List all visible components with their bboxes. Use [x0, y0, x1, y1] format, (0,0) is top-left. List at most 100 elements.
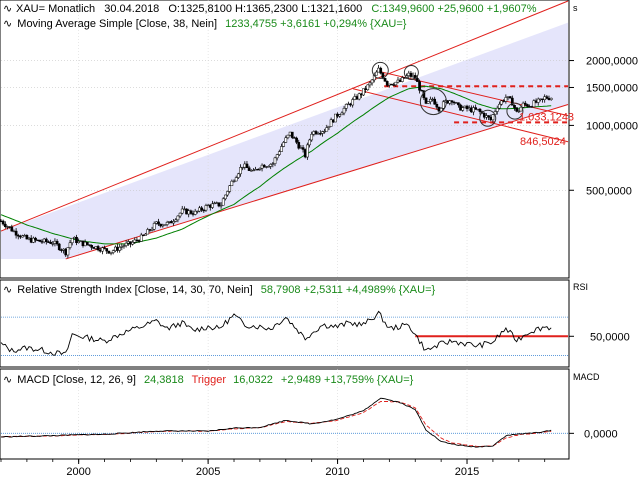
candle-body: [226, 191, 229, 196]
candle-body: [254, 168, 257, 171]
candle-body: [338, 114, 342, 117]
candle-body: [431, 98, 434, 101]
candle-body: [202, 209, 206, 212]
candle-body: [269, 164, 273, 167]
candle-body: [409, 72, 413, 77]
candle-body: [437, 106, 441, 112]
candle-body: [385, 81, 389, 86]
candle-body: [19, 235, 22, 238]
candle-body: [107, 250, 111, 254]
macd-axis-title: MACD: [573, 372, 600, 382]
rsi-tick-label: 50,0000: [590, 331, 630, 343]
candle-body: [396, 79, 400, 83]
candle-body: [195, 210, 199, 213]
candle-body: [325, 127, 329, 132]
candle-body: [506, 96, 510, 98]
candle-body: [77, 241, 81, 244]
candle-body: [536, 98, 540, 103]
time-tick-label: 2010: [325, 466, 349, 478]
candle-body: [310, 134, 314, 141]
candle-body: [23, 235, 27, 237]
candle-body: [362, 88, 365, 96]
candle-body: [60, 249, 63, 251]
candle-body: [92, 247, 96, 249]
candle-body: [297, 142, 301, 149]
candle-body: [165, 222, 169, 225]
candle-body: [131, 242, 134, 245]
candle-body: [344, 104, 348, 109]
candle-body: [126, 241, 130, 244]
candle-body: [457, 102, 460, 106]
candle-body: [152, 223, 156, 230]
candle-body: [502, 100, 506, 102]
candle-body: [347, 103, 350, 106]
macd-value: 24,3818: [144, 374, 184, 386]
candle-body: [340, 112, 344, 116]
candle-body: [161, 224, 165, 227]
candle-body: [109, 252, 113, 254]
candle-body: [185, 208, 188, 215]
candle-body: [172, 221, 175, 224]
candle-body: [489, 116, 493, 121]
candle-body: [150, 228, 154, 231]
candle-body: [139, 234, 143, 242]
candle-body: [25, 235, 29, 240]
candle-body: [42, 238, 46, 243]
macd-change: +2,9489 +13,759% {XAU=}: [281, 374, 414, 386]
candle-body: [549, 97, 553, 100]
candle-body: [79, 240, 83, 243]
candle-body: [271, 163, 275, 165]
candle-body: [211, 203, 214, 208]
candle-body: [336, 113, 339, 117]
candle-body: [98, 249, 102, 252]
candle-body: [351, 99, 355, 106]
candle-body: [407, 72, 411, 76]
candle-body: [187, 210, 191, 215]
trigger-label: Trigger: [192, 374, 227, 386]
candle-body: [318, 133, 322, 135]
candle-body: [454, 102, 458, 104]
candle-body: [327, 126, 331, 128]
candle-body: [51, 243, 55, 245]
candle-body: [301, 147, 305, 150]
candle-body: [180, 208, 184, 214]
candle-body: [528, 106, 531, 108]
candle-body: [148, 229, 152, 231]
candle-body: [312, 131, 316, 135]
candle-body: [485, 115, 488, 118]
candle-body: [49, 241, 52, 244]
candle-body: [390, 83, 393, 86]
time-tick-label: 2005: [196, 466, 220, 478]
candle-body: [284, 137, 288, 143]
candle-body: [495, 107, 499, 112]
candle-body: [85, 241, 89, 245]
candle-body: [14, 230, 18, 236]
price-tick-label: 1000,0000: [586, 120, 638, 132]
candle-body: [334, 113, 337, 123]
candle-body: [228, 185, 232, 192]
candle-body: [55, 240, 59, 245]
candle-body: [377, 67, 380, 73]
candle-body: [513, 105, 516, 108]
candle-body: [476, 108, 480, 111]
wave-icon: ∿: [3, 284, 12, 296]
rsi-label: Relative Strength Index [Close, 14, 30, …: [17, 284, 252, 296]
candle-body: [27, 237, 31, 240]
candle-body: [105, 248, 109, 252]
candle-body: [10, 226, 14, 232]
candle-body: [329, 119, 333, 127]
candle-body: [198, 207, 201, 212]
candle-body: [433, 98, 437, 105]
candle-body: [94, 246, 98, 249]
ma-label: Moving Average Simple [Close, 38, Nein]: [17, 18, 217, 30]
candle-body: [247, 167, 251, 171]
candle-body: [96, 246, 100, 251]
candle-body: [290, 131, 294, 138]
ma-values: 1233,4755 +3,6161 +0,294% {XAU=}: [225, 18, 407, 30]
candle-body: [366, 84, 370, 90]
candle-body: [206, 204, 210, 207]
candle-body: [73, 236, 76, 239]
wave-icon: ∿: [3, 374, 12, 386]
candle-body: [357, 93, 361, 100]
candle-body: [355, 96, 359, 100]
